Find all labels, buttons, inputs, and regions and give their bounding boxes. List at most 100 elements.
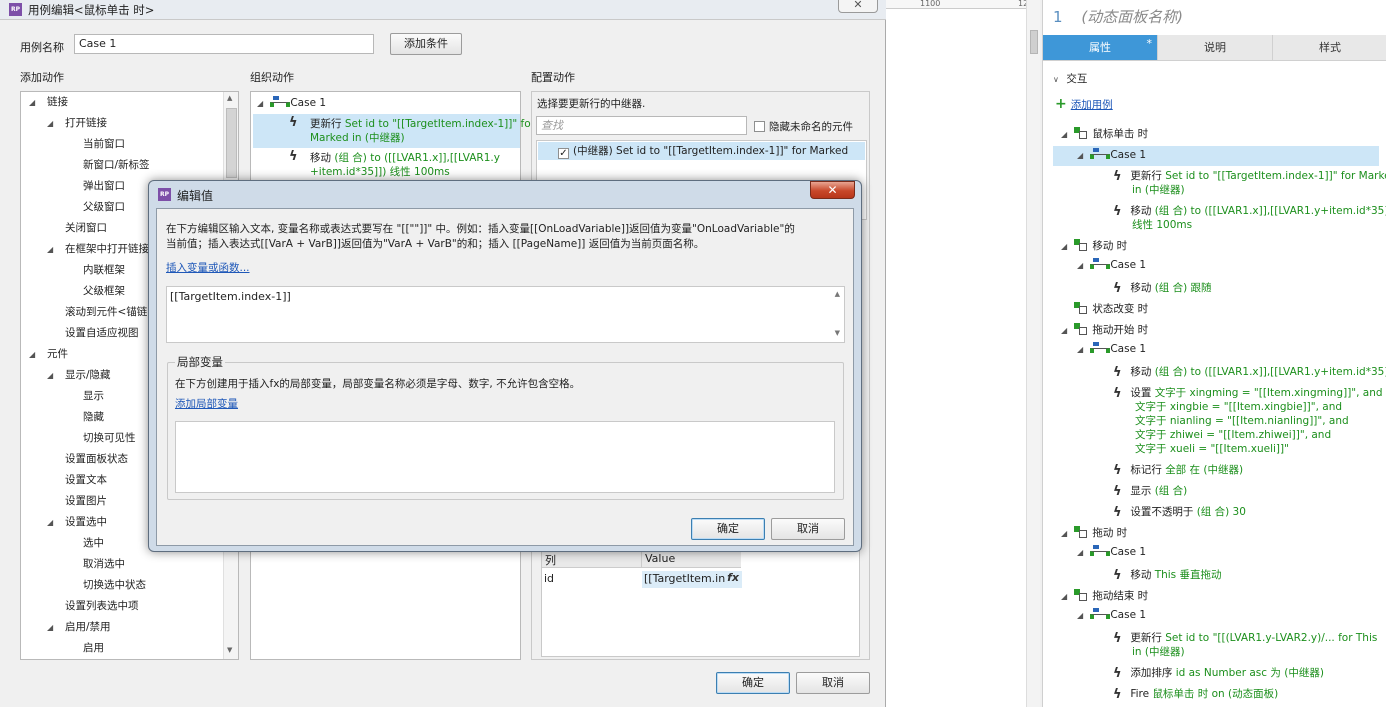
action-tree-item[interactable]: 设置面板状态 bbox=[47, 452, 128, 466]
ok-button[interactable]: 确定 bbox=[691, 518, 765, 540]
action-tree-item[interactable]: ◢ 元件 bbox=[29, 347, 68, 362]
case-node[interactable]: ◢ Case 1 bbox=[1053, 545, 1146, 560]
tab-properties[interactable]: 属性 * bbox=[1043, 35, 1158, 60]
action-update-row[interactable]: ϟ 更新行 Set id to "[[TargetItem.index-1]]"… bbox=[253, 114, 535, 148]
action-tree-item[interactable]: 父级框架 bbox=[65, 284, 125, 298]
action-node[interactable]: ϟ 设置不透明于 (组 合) 30 bbox=[1113, 505, 1246, 520]
action-move-row[interactable]: ϟ 移动 (组 合) to ([[LVAR1.x]],[[LVAR1.y +it… bbox=[253, 148, 520, 182]
close-button[interactable]: ✕ bbox=[810, 181, 855, 199]
action-node[interactable]: ϟ 移动 (组 合) 跟随 bbox=[1113, 281, 1212, 296]
expander-icon[interactable]: ◢ bbox=[47, 117, 57, 131]
expander-icon[interactable]: ◢ bbox=[1077, 609, 1087, 623]
add-condition-button[interactable]: 添加条件 bbox=[390, 33, 462, 55]
event-node[interactable]: ◢ 拖动结束 时 bbox=[1061, 589, 1148, 604]
expander-icon[interactable]: ◢ bbox=[1061, 590, 1071, 604]
expander-icon[interactable]: ◢ bbox=[1061, 527, 1071, 541]
checked-checkbox-icon[interactable]: ✓ bbox=[558, 148, 569, 159]
case-node[interactable]: ◢ Case 1 bbox=[1053, 258, 1146, 273]
expander-icon[interactable]: ◢ bbox=[29, 348, 39, 362]
add-local-variable-link[interactable]: 添加局部变量 bbox=[175, 397, 238, 411]
action-tree-item[interactable]: 弹出窗口 bbox=[65, 179, 125, 193]
action-tree-item[interactable]: ◢ 在框架中打开链接 bbox=[47, 242, 149, 257]
action-tree-item[interactable]: 当前窗口 bbox=[65, 137, 125, 151]
insert-variable-link[interactable]: 插入变量或函数... bbox=[166, 261, 250, 275]
ok-button[interactable]: 确定 bbox=[716, 672, 790, 694]
local-variables-list[interactable] bbox=[175, 421, 835, 493]
expander-icon[interactable]: ◢ bbox=[47, 243, 57, 257]
action-tree-item[interactable]: ◢ 显示/隐藏 bbox=[47, 368, 111, 383]
event-node[interactable]: ◢ 拖动 时 bbox=[1061, 526, 1127, 541]
action-tree-item[interactable]: 内联框架 bbox=[65, 263, 125, 277]
widget-name[interactable]: (动态面板名称) bbox=[1081, 8, 1183, 26]
action-node[interactable]: ϟ 移动 (组 合) to ([[LVAR1.x]],[[LVAR1.y+ite… bbox=[1113, 365, 1386, 380]
event-node[interactable]: ◢ 鼠标单击 时 bbox=[1061, 127, 1148, 142]
close-button[interactable]: ✕ bbox=[838, 0, 878, 13]
action-node[interactable]: ϟ 标记行 全部 在 (中继器) bbox=[1113, 463, 1243, 478]
action-tree-item[interactable]: ◢ 启用/禁用 bbox=[47, 620, 111, 635]
action-tree-item[interactable]: 父级窗口 bbox=[65, 200, 125, 214]
action-tree-item[interactable]: 设置图片 bbox=[47, 494, 107, 508]
action-node[interactable]: ϟ 移动 (组 合) to ([[LVAR1.x]],[[LVAR1.y+ite… bbox=[1113, 204, 1386, 219]
action-node[interactable]: ϟ 添加排序 id as Number asc 为 (中继器) bbox=[1113, 666, 1324, 681]
action-tree-item[interactable]: ◢ 设置选中 bbox=[47, 515, 107, 530]
row-value-input[interactable]: [[TargetItem.in fx bbox=[642, 571, 742, 588]
repeater-item[interactable]: ✓ (中继器) Set id to "[[TargetItem.index-1]]… bbox=[538, 142, 865, 160]
expander-icon[interactable]: ◢ bbox=[47, 369, 57, 383]
design-canvas[interactable] bbox=[886, 0, 1026, 707]
scroll-up-icon[interactable]: ▲ bbox=[227, 94, 232, 102]
interaction-section[interactable]: ∨ 交互 bbox=[1053, 72, 1087, 87]
action-tree-item[interactable]: 显示 bbox=[65, 389, 104, 403]
expander-icon[interactable]: ◢ bbox=[257, 97, 267, 111]
expander-icon[interactable]: ◢ bbox=[1077, 343, 1087, 357]
case-node[interactable]: ◢ Case 1 bbox=[1053, 146, 1379, 166]
action-node[interactable]: ϟ 显示 (组 合) bbox=[1113, 484, 1187, 499]
action-tree-item[interactable]: 切换选中状态 bbox=[65, 578, 146, 592]
checkbox-icon[interactable] bbox=[754, 121, 765, 132]
action-tree-item[interactable]: ◢ 链接 bbox=[29, 95, 68, 110]
editor-text[interactable]: [[TargetItem.index-1]] bbox=[170, 290, 291, 304]
action-tree-item[interactable]: 关闭窗口 bbox=[47, 221, 107, 235]
case-node[interactable]: ◢ Case 1 bbox=[1053, 608, 1146, 623]
action-tree-item[interactable]: 隐藏 bbox=[65, 410, 104, 424]
cancel-button[interactable]: 取消 bbox=[771, 518, 845, 540]
tab-notes[interactable]: 说明 bbox=[1158, 35, 1273, 60]
fx-button[interactable]: fx bbox=[727, 571, 739, 584]
scroll-up-icon[interactable]: ▲ bbox=[835, 290, 840, 298]
expander-icon[interactable]: ◢ bbox=[1061, 128, 1071, 142]
event-node[interactable]: ◢ 移动 时 bbox=[1061, 239, 1127, 254]
action-node[interactable]: ϟ 更新行 Set id to "[[TargetItem.index-1]]"… bbox=[1113, 169, 1386, 184]
scrollbar-thumb[interactable] bbox=[1030, 30, 1038, 54]
event-node[interactable]: 状态改变 时 bbox=[1061, 302, 1148, 316]
add-case-link[interactable]: + 添加用例 bbox=[1055, 97, 1113, 112]
expander-icon[interactable]: ◢ bbox=[1061, 240, 1071, 254]
expander-icon[interactable]: ◢ bbox=[29, 96, 39, 110]
case-node[interactable]: ◢ Case 1 bbox=[1053, 342, 1146, 357]
expander-icon[interactable]: ◢ bbox=[1077, 149, 1087, 163]
expander-icon[interactable]: ◢ bbox=[1077, 259, 1087, 273]
scroll-down-icon[interactable]: ▼ bbox=[227, 646, 232, 654]
action-tree-item[interactable]: 切换可见性 bbox=[65, 431, 136, 445]
search-input[interactable]: 查找 bbox=[536, 116, 747, 135]
event-node[interactable]: ◢ 拖动开始 时 bbox=[1061, 323, 1148, 338]
action-tree-item[interactable]: 滚动到元件<锚链 bbox=[47, 305, 147, 319]
cancel-button[interactable]: 取消 bbox=[796, 672, 870, 694]
action-node[interactable]: ϟ Fire 鼠标单击 时 on (动态面板) bbox=[1113, 687, 1278, 702]
action-node[interactable]: ϟ 更新行 Set id to "[[(LVAR1.y-LVAR2.y)/...… bbox=[1113, 631, 1377, 646]
action-tree-item[interactable]: 设置自适应视图 bbox=[47, 326, 139, 340]
expander-icon[interactable]: ◢ bbox=[47, 516, 57, 530]
case-name-input[interactable]: Case 1 bbox=[74, 34, 374, 54]
action-tree-item[interactable]: 选中 bbox=[65, 536, 104, 550]
expression-editor[interactable]: [[TargetItem.index-1]] ▲ ▼ bbox=[166, 286, 845, 343]
scrollbar-thumb[interactable] bbox=[226, 108, 237, 178]
case-node[interactable]: ◢ Case 1 bbox=[257, 96, 326, 111]
canvas-scrollbar[interactable] bbox=[1026, 0, 1040, 707]
action-tree-item[interactable]: 取消选中 bbox=[65, 557, 125, 571]
action-node[interactable]: ϟ 设置 文字于 xingming = "[[Item.xingming]]",… bbox=[1113, 386, 1383, 401]
action-node[interactable]: ϟ 移动 This 垂直拖动 bbox=[1113, 568, 1221, 583]
tab-style[interactable]: 样式 bbox=[1273, 35, 1386, 60]
action-tree-item[interactable]: 设置列表选中项 bbox=[47, 599, 139, 613]
hide-unnamed-checkbox[interactable]: 隐藏未命名的元件 bbox=[754, 120, 853, 134]
dialog-titlebar[interactable]: RP 用例编辑<鼠标单击 时> ✕ bbox=[0, 0, 886, 20]
action-tree-item[interactable]: ◢ 打开链接 bbox=[47, 116, 107, 131]
expander-icon[interactable]: ◢ bbox=[1061, 324, 1071, 338]
